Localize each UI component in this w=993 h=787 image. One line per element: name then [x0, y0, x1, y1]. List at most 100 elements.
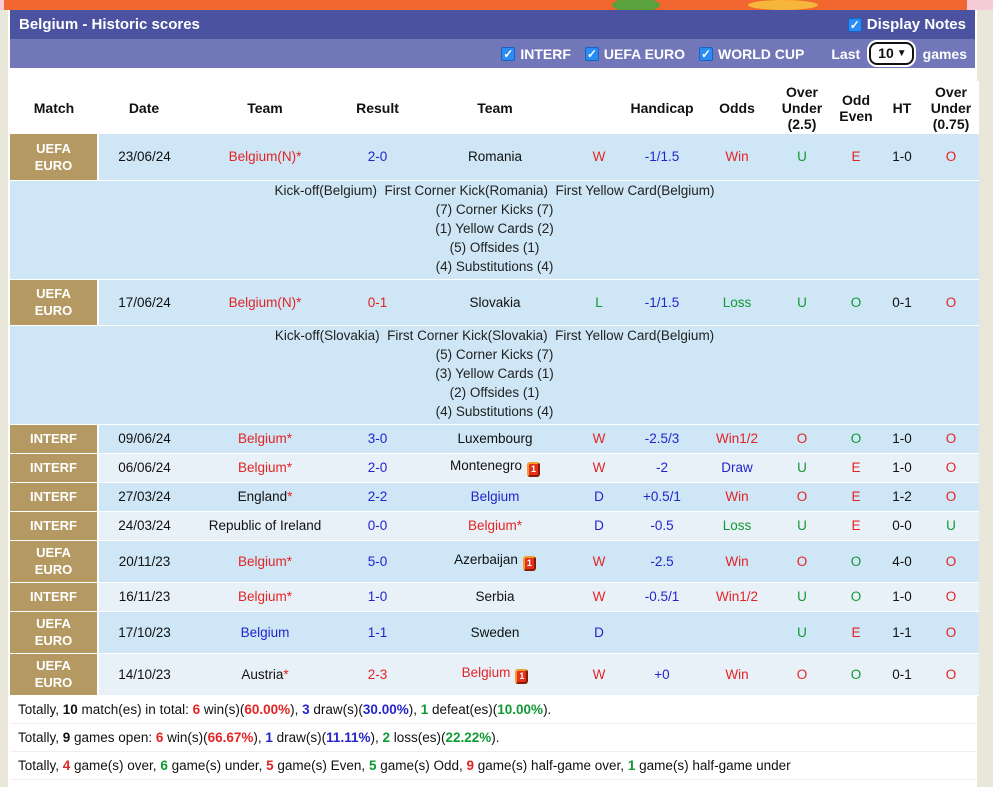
note-line: (5) Corner Kicks (7) [435, 346, 554, 362]
away-team-name: Sweden [470, 624, 520, 640]
away-team-cell: Luxembourg [415, 424, 575, 454]
filter-label: INTERF [520, 45, 571, 62]
col-header-result: Result [340, 81, 415, 134]
summary-segment: game(s) over, [70, 757, 161, 773]
match-row[interactable]: INTERF 09/06/24 Belgium* 3-0 Luxembourg W -2.5… [10, 424, 979, 454]
note-line: (7) Corner Kicks (7) [435, 201, 554, 217]
home-team-cell: England* [190, 482, 340, 512]
summary-segment: ). [543, 701, 552, 717]
competition-badge-cell: UEFA EURO [10, 611, 99, 654]
over-under-075-cell: O [923, 134, 979, 181]
summary-segment: 9 [466, 757, 474, 773]
competition-badge-cell: UEFA EURO [10, 134, 99, 181]
result-cell: 2-0 [340, 134, 415, 181]
away-team-name: Slovakia [469, 294, 521, 310]
home-team-name: Belgium [237, 460, 287, 475]
chevron-down-icon: ▼ [896, 47, 907, 59]
date-cell: 06/06/24 [98, 453, 190, 483]
summary-segment: 5 [266, 757, 274, 773]
odds-cell: Win1/2 [701, 424, 773, 454]
note-line: Kick-off(Slovakia) First Corner Kick(Slo… [274, 327, 715, 343]
summary-segment: win(s)( [200, 701, 245, 717]
date-cell: 09/06/24 [98, 424, 190, 454]
match-row[interactable]: INTERF 16/11/23 Belgium* 1-0 Serbia W -0.5/1 Wi… [10, 582, 979, 612]
away-team-cell: Belgium 1 [415, 653, 575, 696]
historic-scores-table: Match Date Team Result Team Handicap Odds Over … [10, 81, 979, 696]
summary-segment: game(s) half-game over, [474, 757, 628, 773]
odd-even-cell: O [831, 424, 881, 454]
summary-segment: ). [491, 729, 500, 745]
background-leaf-decoration [612, 0, 660, 10]
competition-badge-cell: INTERF [10, 511, 99, 541]
home-team-name: Belgium [237, 431, 287, 446]
note-line: (5) Offsides (1) [449, 239, 540, 255]
over-under-075-cell: O [923, 653, 979, 696]
half-time-cell: 0-0 [881, 511, 923, 541]
competition-badge-cell: INTERF [10, 482, 99, 512]
interf-checkbox[interactable]: ✓ [501, 46, 516, 61]
games-count-select[interactable]: 10 ▼ [867, 40, 916, 67]
over-under-25-cell: O [773, 540, 831, 583]
red-card-icon: 1 [527, 462, 541, 477]
summary-segment: ), [290, 701, 303, 717]
col-header-handicap: Handicap [623, 81, 701, 134]
match-row[interactable]: UEFA EURO 14/10/23 Austria* 2-3 Belgium 1 W +0 W… [10, 653, 979, 696]
world-cup-checkbox[interactable]: ✓ [699, 46, 714, 61]
result-cell: 1-1 [340, 611, 415, 654]
away-team-name: Belgium [470, 489, 520, 504]
summary-segment: loss(es)( [389, 729, 446, 745]
summary-segment: 3 [302, 701, 310, 717]
odds-cell: Win [701, 653, 773, 696]
match-row[interactable]: UEFA EURO 20/11/23 Belgium* 5-0 Azerbaijan 1 W… [10, 540, 979, 583]
date-cell: 20/11/23 [98, 540, 190, 583]
match-row[interactable]: INTERF 27/03/24 England* 2-2 Belgium D +0.5/1 W… [10, 482, 979, 512]
home-team-cell: Belgium(N)* [190, 134, 340, 181]
away-team-name: Montenegro [449, 458, 523, 473]
competition-filters: ✓ INTERF ✓ UEFA EURO ✓ WORLD CUP [501, 46, 804, 62]
summary-segment: match(es) in total: [77, 701, 193, 717]
over-under-25-cell: O [773, 482, 831, 512]
match-row[interactable]: UEFA EURO 17/10/23 Belgium 1-1 Sweden D U E 1-1 O [10, 611, 979, 654]
display-notes-checkbox[interactable]: ✓ [847, 17, 862, 32]
over-under-25-cell: U [773, 134, 831, 181]
match-row[interactable]: UEFA EURO 17/06/24 Belgium(N)* 0-1 Slovakia L… [10, 279, 979, 326]
match-row[interactable]: INTERF 06/06/24 Belgium* 2-0 Montenegro 1 W -2 D… [10, 453, 979, 483]
odds-cell: Draw [701, 453, 773, 483]
half-time-cell: 1-0 [881, 582, 923, 612]
col-header-team2: Team [415, 81, 575, 134]
filter-label: WORLD CUP [718, 45, 805, 62]
summary-segment: draw(s)( [309, 701, 363, 717]
note-line: (4) Substitutions (4) [435, 258, 554, 274]
away-team-cell: Serbia [415, 582, 575, 612]
odds-cell: Loss [701, 279, 773, 326]
page-background-strip [0, 0, 993, 10]
note-line: (3) Yellow Cards (1) [435, 365, 554, 381]
col-header-ht: HT [881, 81, 923, 134]
summary-segment: 10 [62, 701, 78, 717]
home-team-cell: Belgium* [190, 582, 340, 612]
odds-cell [701, 611, 773, 654]
summary-segment: Totally, [18, 729, 63, 745]
summary-segment: game(s) under, [167, 757, 267, 773]
summary-segment: win(s)( [163, 729, 208, 745]
handicap-cell: -1/1.5 [623, 279, 701, 326]
result-cell: 5-0 [340, 540, 415, 583]
competition-badge: INTERF [30, 518, 77, 533]
panel-title-bar: Belgium - Historic scores ✓ Display Note… [10, 10, 975, 39]
games-count-value: 10 [878, 45, 894, 61]
match-row[interactable]: UEFA EURO 23/06/24 Belgium(N)* 2-0 Romania W -… [10, 134, 979, 181]
world-cup-filter: ✓ WORLD CUP [699, 46, 804, 62]
summary-segment: ), [370, 729, 383, 745]
summary-segment: 60.00% [244, 701, 291, 717]
match-notes-row: Kick-off(Belgium) First Corner Kick(Roma… [10, 180, 979, 280]
competition-badge: INTERF [30, 489, 77, 504]
interf-filter: ✓ INTERF [501, 46, 571, 62]
away-team-name: Azerbaijan [454, 551, 518, 567]
col-header-odd-even: Odd Even [831, 81, 881, 134]
home-team-cell: Belgium* [190, 540, 340, 583]
col-header-letter [575, 81, 623, 134]
home-team-name: Austria [241, 666, 284, 682]
competition-badge: UEFA EURO [34, 616, 73, 648]
match-row[interactable]: INTERF 24/03/24 Republic of Ireland 0-0 Belg… [10, 511, 979, 541]
uefa-euro-checkbox[interactable]: ✓ [584, 46, 599, 61]
